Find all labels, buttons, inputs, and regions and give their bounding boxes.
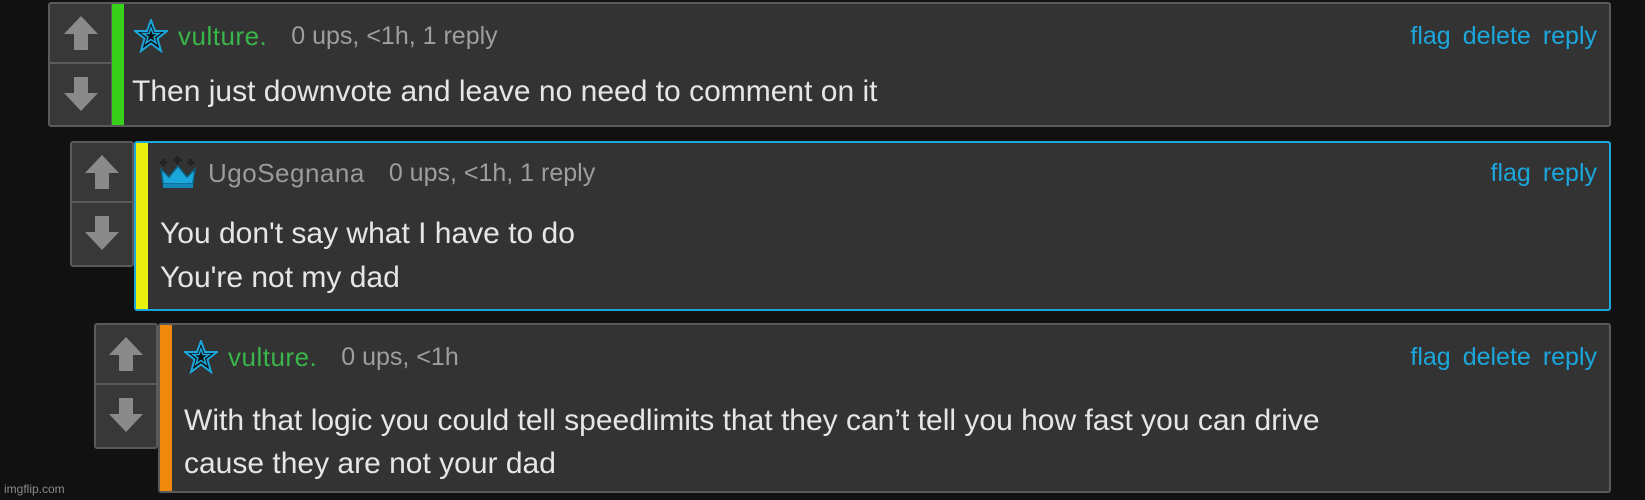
reply-link[interactable]: reply: [1543, 22, 1597, 51]
flag-link[interactable]: flag: [1491, 159, 1531, 188]
comment-meta: 0 ups, <1h, 1 reply: [291, 21, 498, 50]
comment-meta: 0 ups, <1h, 1 reply: [388, 158, 596, 187]
comment-body: Then just downvote and leave no need to …: [132, 71, 877, 113]
thread-color-bar: [112, 4, 124, 125]
thread-color-bar: [160, 325, 172, 491]
crown-badge-icon: [158, 156, 198, 190]
downvote-button[interactable]: [50, 64, 111, 124]
comment-header: vulture. 0 ups, <1h, 1 reply: [134, 14, 498, 58]
flag-link[interactable]: flag: [1410, 343, 1450, 372]
flag-link[interactable]: flag: [1410, 22, 1450, 51]
vote-column: [94, 323, 158, 449]
upvote-button[interactable]: [50, 4, 111, 64]
delete-link[interactable]: delete: [1463, 343, 1531, 372]
downvote-button[interactable]: [72, 203, 132, 263]
arrow-up-icon: [63, 16, 98, 50]
arrow-down-icon: [63, 77, 98, 111]
upvote-button[interactable]: [96, 325, 156, 385]
comment-3: vulture. 0 ups, <1h flag delete reply Wi…: [158, 323, 1611, 493]
vote-column: [50, 4, 112, 125]
comment-body: You don't say what I have to do You're n…: [160, 212, 575, 300]
comment-header: UgoSegnana 0 ups, <1h, 1 reply: [158, 151, 595, 195]
username-link[interactable]: vulture.: [228, 342, 317, 373]
comment-actions: flag reply: [1491, 159, 1598, 188]
thread-color-bar: [136, 143, 148, 309]
arrow-up-icon: [85, 155, 119, 189]
comment-line: You're not my dad: [160, 261, 400, 294]
comment-body: With that logic you could tell speedlimi…: [184, 399, 1320, 485]
comment-line: cause they are not your dad: [184, 447, 556, 480]
arrow-down-icon: [109, 398, 143, 432]
star-badge-icon: [184, 340, 218, 374]
comment-actions: flag delete reply: [1410, 22, 1597, 51]
arrow-up-icon: [109, 337, 143, 371]
downvote-button[interactable]: [96, 385, 156, 445]
comment-line: Then just downvote and leave no need to …: [132, 75, 878, 108]
comment-1: vulture. 0 ups, <1h, 1 reply flag delete…: [48, 2, 1611, 127]
comment-header: vulture. 0 ups, <1h: [184, 335, 459, 379]
reply-link[interactable]: reply: [1543, 343, 1597, 372]
username-link[interactable]: UgoSegnana: [208, 158, 365, 189]
username-link[interactable]: vulture.: [178, 21, 267, 52]
delete-link[interactable]: delete: [1463, 22, 1531, 51]
comment-actions: flag delete reply: [1410, 343, 1597, 372]
reply-link[interactable]: reply: [1543, 159, 1597, 188]
comment-meta: 0 ups, <1h: [341, 342, 459, 371]
comment-2: UgoSegnana 0 ups, <1h, 1 reply flag repl…: [134, 141, 1611, 311]
watermark: imgflip.com: [4, 482, 65, 496]
comment-line: You don't say what I have to do: [160, 217, 575, 250]
comment-line: With that logic you could tell speedlimi…: [184, 404, 1320, 437]
star-badge-icon: [134, 19, 168, 53]
vote-column: [70, 141, 134, 267]
upvote-button[interactable]: [72, 143, 132, 203]
arrow-down-icon: [85, 216, 119, 250]
